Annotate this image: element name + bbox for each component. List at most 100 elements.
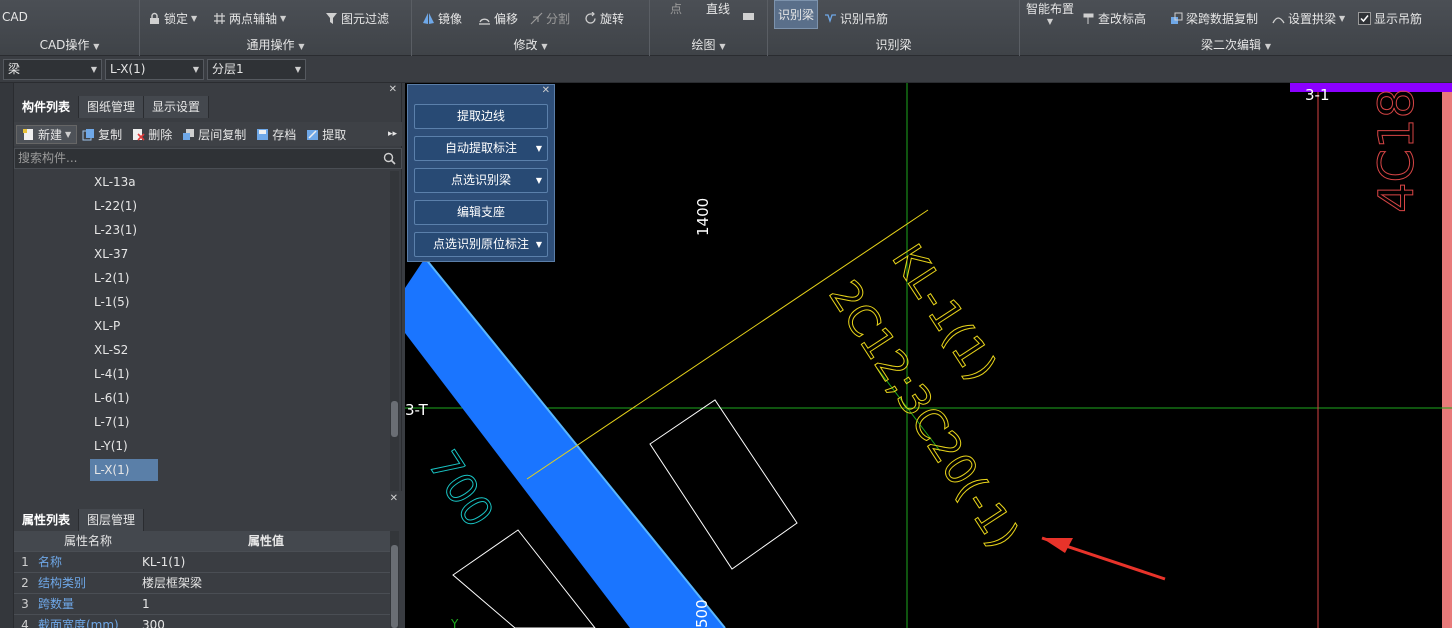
search-input[interactable]: 搜索构件... xyxy=(14,148,402,169)
extract-edge-button[interactable]: 提取边线 xyxy=(414,104,548,129)
chevron-down-icon: ▼ xyxy=(93,42,100,51)
layer-select[interactable]: 分层1 ▼ xyxy=(207,59,306,80)
close-icon[interactable]: ✕ xyxy=(542,85,550,96)
property-value[interactable]: 1 xyxy=(142,594,150,615)
line-label: 直线 xyxy=(706,2,731,16)
chevron-down-icon: ▼ xyxy=(541,42,548,51)
more-button[interactable]: ▸▸ xyxy=(383,129,402,139)
smart-layout-button[interactable]: 智能布置 ▼ xyxy=(1026,0,1074,26)
search-icon[interactable] xyxy=(383,152,396,165)
cad-drawing[interactable]: 3-1 3-T 1400 500 4C18 KL-1(1) 2C12;3C20(… xyxy=(405,83,1452,628)
scrollbar-thumb[interactable] xyxy=(391,401,398,437)
copy-button[interactable]: 复制 xyxy=(77,126,127,143)
tree-item[interactable]: L-22(1) xyxy=(90,195,141,217)
tab-display-settings[interactable]: 显示设置 xyxy=(144,96,210,118)
tree-item[interactable]: L-2(1) xyxy=(90,267,133,289)
edit-support-button[interactable]: 编辑支座 xyxy=(414,200,548,225)
table-row[interactable]: 3 跨数量 1 xyxy=(14,594,390,615)
mirror-button[interactable]: 镜像 xyxy=(422,10,462,27)
component-select[interactable]: L-X(1) ▼ xyxy=(105,59,204,80)
save-icon xyxy=(256,128,269,141)
chevron-down-icon: ▼ xyxy=(191,14,198,23)
ribbon-group-draw: 点 直线 绘图 ▼ xyxy=(650,0,768,56)
pick-identify-origin-button[interactable]: 点选识别原位标注 ▼ xyxy=(414,232,548,257)
red-arrow-head xyxy=(1042,538,1073,553)
lock-button[interactable]: 锁定 ▼ xyxy=(148,10,197,27)
offset-label: 偏移 xyxy=(494,12,519,26)
tab-component-list[interactable]: 构件列表 xyxy=(14,96,80,118)
cad-canvas[interactable]: 3-1 3-T 1400 500 4C18 KL-1(1) 2C12;3C20(… xyxy=(405,83,1452,628)
property-value[interactable]: 300 xyxy=(142,615,165,628)
two-point-aux-button[interactable]: 两点辅轴 ▼ xyxy=(213,10,286,27)
delete-button[interactable]: 删除 xyxy=(127,126,177,143)
close-icon[interactable]: ✕ xyxy=(390,493,398,504)
tree-item[interactable]: L-4(1) xyxy=(90,363,133,385)
point-button[interactable]: 点 xyxy=(670,0,682,17)
chevron-down-icon[interactable]: ▼ xyxy=(536,169,542,192)
show-hanger-toggle[interactable]: 显示吊筋 xyxy=(1358,10,1422,27)
filter-button[interactable]: 图元过滤 xyxy=(325,10,389,27)
cad-button[interactable]: CAD xyxy=(2,10,28,24)
split-button[interactable]: 分割 xyxy=(530,10,570,27)
floor-copy-label: 层间复制 xyxy=(198,127,247,142)
checkbox-checked-icon[interactable] xyxy=(1358,12,1371,25)
identify-hanger-button[interactable]: 识别吊筋 xyxy=(824,10,888,27)
ribbon-group-beam-secondary: 智能布置 ▼ 查改标高 梁跨数据复制 设置拱梁 ▼ 显示吊筋 梁二次编辑 ▼ xyxy=(1020,0,1452,56)
copy-data-icon xyxy=(1170,12,1183,25)
table-row[interactable]: 4 截面宽度(mm) 300 xyxy=(14,615,390,628)
beam-body[interactable] xyxy=(405,258,725,628)
tree-item[interactable]: L-X(1) xyxy=(90,459,158,481)
table-row[interactable]: 1 名称 KL-1(1) xyxy=(14,552,390,573)
tree-item[interactable]: XL-S2 xyxy=(90,339,132,361)
chevron-down-icon[interactable]: ▼ xyxy=(536,137,542,160)
modify-group[interactable]: 修改 ▼ xyxy=(412,36,649,53)
identify-beam-button[interactable]: 识别梁 xyxy=(774,0,818,29)
tree-item[interactable]: L-7(1) xyxy=(90,411,133,433)
chevron-down-icon: ▼ xyxy=(280,14,287,23)
ribbon-group-general: 锁定 ▼ 两点辅轴 ▼ 图元过滤 通用操作 ▼ xyxy=(140,0,412,56)
table-row[interactable]: 2 结构类别 楼层框架梁 xyxy=(14,573,390,594)
tree-item[interactable]: XL-13a xyxy=(90,171,140,193)
chevron-down-icon: ▼ xyxy=(1046,17,1054,26)
header-value: 属性值 xyxy=(247,534,284,548)
check-elev-button[interactable]: 查改标高 xyxy=(1082,10,1146,27)
set-arch-button[interactable]: 设置拱梁 ▼ xyxy=(1272,10,1345,27)
pick-identify-origin-label: 点选识别原位标注 xyxy=(432,237,529,251)
span-copy-button[interactable]: 梁跨数据复制 xyxy=(1170,10,1258,27)
tree-item[interactable]: XL-P xyxy=(90,315,124,337)
auto-extract-label-button[interactable]: 自动提取标注 ▼ xyxy=(414,136,548,161)
tree-item[interactable]: L-6(1) xyxy=(90,387,133,409)
tree-item[interactable]: L-1(5) xyxy=(90,291,133,313)
property-value[interactable]: KL-1(1) xyxy=(142,552,185,573)
save-button[interactable]: 存档 xyxy=(251,126,301,143)
ribbon-group-identify-beam: 识别梁 识别吊筋 识别梁 xyxy=(768,0,1020,56)
tree-item[interactable]: L-23(1) xyxy=(90,219,141,241)
type-select[interactable]: 梁 ▼ xyxy=(3,59,102,80)
general-ops-group[interactable]: 通用操作 ▼ xyxy=(140,36,411,53)
extract-icon xyxy=(306,128,319,141)
draw-group[interactable]: 绘图 ▼ xyxy=(650,36,767,53)
cad-ops-group[interactable]: CAD操作 ▼ xyxy=(0,36,139,53)
property-value[interactable]: 楼层框架梁 xyxy=(142,573,202,594)
close-icon[interactable]: ✕ xyxy=(389,84,397,95)
tree-item[interactable]: XL-37 xyxy=(90,243,132,265)
scrollbar-thumb[interactable] xyxy=(391,545,398,628)
tab-drawing-manage[interactable]: 图纸管理 xyxy=(79,96,145,118)
tab-property-list[interactable]: 属性列表 xyxy=(14,509,80,531)
property-scrollbar[interactable] xyxy=(390,531,399,628)
rotate-button[interactable]: 旋转 xyxy=(584,10,624,27)
offset-button[interactable]: 偏移 xyxy=(478,10,518,27)
chevron-down-icon: ▼ xyxy=(90,65,97,74)
new-button[interactable]: 新建 ▼ xyxy=(16,124,78,144)
pick-identify-beam-button[interactable]: 点选识别梁 ▼ xyxy=(414,168,548,193)
tab-layer-manage[interactable]: 图层管理 xyxy=(79,509,145,531)
extract-button[interactable]: 提取 xyxy=(301,126,351,143)
beam-secondary-group[interactable]: 梁二次编辑 ▼ xyxy=(1020,36,1452,53)
tree-item[interactable]: L-Y(1) xyxy=(90,435,132,457)
tree-scrollbar[interactable] xyxy=(390,171,399,491)
floor-copy-button[interactable]: 层间复制 xyxy=(177,126,251,143)
identify-beam-group: 识别梁 xyxy=(768,36,1019,53)
line-button[interactable]: 直线 xyxy=(706,0,730,17)
rect-button[interactable] xyxy=(742,10,755,23)
chevron-down-icon[interactable]: ▼ xyxy=(536,233,542,256)
